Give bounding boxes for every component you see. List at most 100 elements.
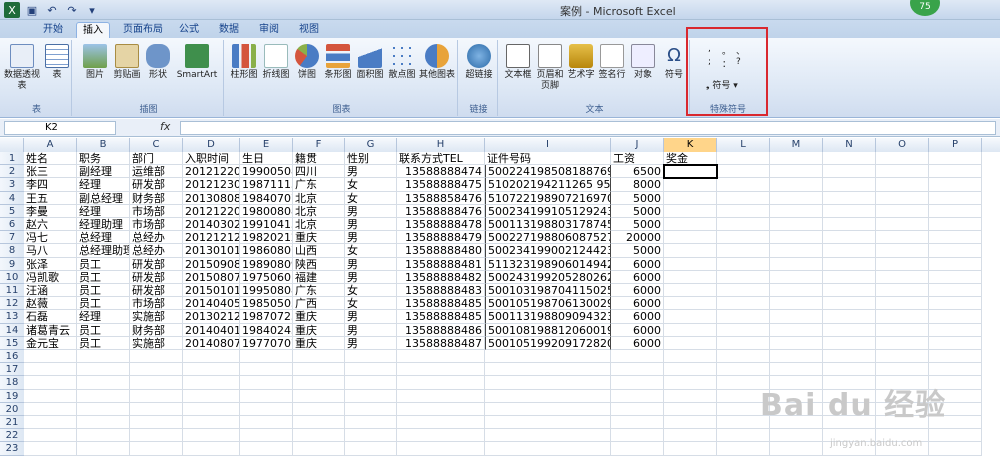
cell-l13[interactable] [717, 310, 770, 324]
cell-h20[interactable] [397, 402, 485, 416]
cell-e11[interactable]: 19950808 [240, 284, 293, 298]
cell-m22[interactable] [770, 429, 823, 443]
column-header-e[interactable]: E [240, 138, 293, 152]
tab-page-layout[interactable]: 页面布局 [118, 22, 168, 38]
cell-i22[interactable] [485, 429, 611, 443]
cell-h13[interactable]: 13588888485 [397, 310, 485, 324]
cell-m8[interactable] [770, 244, 823, 258]
cell-k20[interactable] [664, 402, 717, 416]
row-header[interactable]: 17 [0, 363, 24, 377]
cell-o14[interactable] [876, 323, 929, 337]
cell-c14[interactable]: 财务部 [130, 323, 183, 337]
cell-b4[interactable]: 副总经理 [77, 191, 130, 205]
cell-n6[interactable] [823, 218, 876, 232]
cell-o13[interactable] [876, 310, 929, 324]
cell-i20[interactable] [485, 402, 611, 416]
cell-h18[interactable] [397, 376, 485, 390]
cell-d12[interactable]: 20140405 [183, 297, 240, 311]
cell-j23[interactable] [611, 442, 664, 456]
cell-m9[interactable] [770, 257, 823, 271]
shapes-button[interactable]: 形状 [144, 44, 172, 81]
cell-d13[interactable]: 20130212 [183, 310, 240, 324]
formula-input[interactable] [180, 121, 996, 135]
textbox-button[interactable]: 文本框 [502, 44, 534, 81]
cell-b9[interactable]: 员工 [77, 257, 130, 271]
cell-a2[interactable]: 张三 [24, 165, 77, 179]
cell-o4[interactable] [876, 191, 929, 205]
cell-f22[interactable] [293, 429, 345, 443]
cell-k23[interactable] [664, 442, 717, 456]
cell-i6[interactable]: 500113198803178745 [485, 218, 611, 232]
cell-i3[interactable]: 510202194211265 95X [485, 178, 611, 192]
cell-k13[interactable] [664, 310, 717, 324]
cell-k16[interactable] [664, 350, 717, 364]
cell-j15[interactable]: 6000 [611, 336, 664, 350]
cell-b19[interactable] [77, 389, 130, 403]
cell-f7[interactable]: 重庆 [293, 231, 345, 245]
cell-c10[interactable]: 研发部 [130, 270, 183, 284]
cell-i12[interactable]: 500105198706130029 [485, 297, 611, 311]
cell-j22[interactable] [611, 429, 664, 443]
cell-i13[interactable]: 500113198809094323 [485, 310, 611, 324]
cell-b16[interactable] [77, 350, 130, 364]
tab-review[interactable]: 审阅 [254, 22, 284, 38]
cell-n9[interactable] [823, 257, 876, 271]
smartart-button[interactable]: SmartArt [174, 44, 220, 81]
column-header-m[interactable]: M [770, 138, 823, 152]
cell-h16[interactable] [397, 350, 485, 364]
cell-l7[interactable] [717, 231, 770, 245]
cell-h6[interactable]: 13588888478 [397, 218, 485, 232]
cell-h8[interactable]: 13588888480 [397, 244, 485, 258]
cell-n8[interactable] [823, 244, 876, 258]
cell-i8[interactable]: 500234199002124423 [485, 244, 611, 258]
cell-i21[interactable] [485, 416, 611, 430]
cell-o6[interactable] [876, 218, 929, 232]
cell-b5[interactable]: 经理 [77, 204, 130, 218]
cell-m23[interactable] [770, 442, 823, 456]
column-header-n[interactable]: N [823, 138, 876, 152]
cell-e8[interactable]: 19860807 [240, 244, 293, 258]
cell-o16[interactable] [876, 350, 929, 364]
cell-m16[interactable] [770, 350, 823, 364]
cell-k4[interactable] [664, 191, 717, 205]
cell-p11[interactable] [929, 284, 982, 298]
cell-m12[interactable] [770, 297, 823, 311]
row-header[interactable]: 23 [0, 442, 24, 456]
save-icon[interactable]: ▣ [24, 2, 40, 18]
column-header-k[interactable]: K [664, 138, 717, 152]
row-header[interactable]: 7 [0, 231, 24, 245]
cell-j7[interactable]: 20000 [611, 231, 664, 245]
cell-g9[interactable]: 男 [345, 257, 397, 271]
cell-h21[interactable] [397, 416, 485, 430]
cell-b6[interactable]: 经理助理 [77, 218, 130, 232]
cell-m14[interactable] [770, 323, 823, 337]
cell-c6[interactable]: 市场部 [130, 218, 183, 232]
cell-p10[interactable] [929, 270, 982, 284]
cell-g19[interactable] [345, 389, 397, 403]
cell-d21[interactable] [183, 416, 240, 430]
cell-e9[interactable]: 19890809 [240, 257, 293, 271]
cell-l22[interactable] [717, 429, 770, 443]
scatter-chart-button[interactable]: 散点图 [386, 44, 418, 81]
cell-k1[interactable]: 奖金 [664, 152, 717, 166]
cell-c1[interactable]: 部门 [130, 152, 183, 166]
column-header-h[interactable]: H [397, 138, 485, 152]
table-button[interactable]: 表 [44, 44, 70, 81]
cell-f21[interactable] [293, 416, 345, 430]
cell-c20[interactable] [130, 402, 183, 416]
row-header[interactable]: 15 [0, 336, 24, 350]
cell-m13[interactable] [770, 310, 823, 324]
select-all-corner[interactable] [0, 138, 24, 152]
cell-k3[interactable] [664, 178, 717, 192]
cell-d1[interactable]: 入职时间 [183, 152, 240, 166]
cell-a7[interactable]: 冯七 [24, 231, 77, 245]
cell-a21[interactable] [24, 416, 77, 430]
cell-l14[interactable] [717, 323, 770, 337]
cell-o10[interactable] [876, 270, 929, 284]
cell-g14[interactable]: 男 [345, 323, 397, 337]
cell-p5[interactable] [929, 204, 982, 218]
cell-o3[interactable] [876, 178, 929, 192]
cell-i1[interactable]: 证件号码 [485, 152, 611, 166]
cell-e19[interactable] [240, 389, 293, 403]
cell-a5[interactable]: 李曼 [24, 204, 77, 218]
